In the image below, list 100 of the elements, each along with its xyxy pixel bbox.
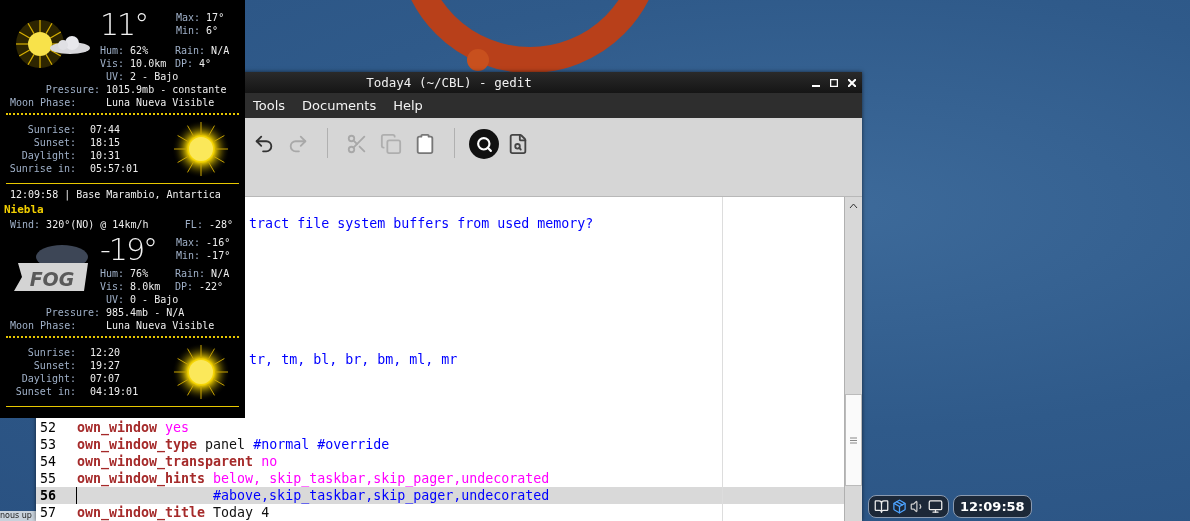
rain-label: Rain: xyxy=(175,267,206,280)
humidity-value: 76% xyxy=(130,267,149,280)
sun-time-label: Sunrise: xyxy=(26,346,76,359)
dew-point-label: DP: xyxy=(175,57,194,70)
moon-phase-value: Luna Nueva Visible xyxy=(106,319,216,332)
sun-time-label: Sunrise in: xyxy=(8,162,76,175)
sun-time-label: Sunset: xyxy=(32,136,76,149)
code-line: own_window yes xyxy=(76,419,190,436)
maximize-icon xyxy=(830,78,838,87)
max-temp-label: Max: xyxy=(176,236,201,249)
clock[interactable]: 12:09:58 xyxy=(953,495,1032,518)
min-temp-value: 6° xyxy=(206,24,219,37)
line-number: 55 xyxy=(39,470,57,487)
code-line: own_window_type panel #normal #override xyxy=(76,436,390,453)
pressure-value: 1015.9mb - constante xyxy=(106,83,228,96)
sun-time-value: 04:19:01 xyxy=(90,385,140,398)
uv-index-value: 2 - Bajo xyxy=(130,70,179,83)
scroll-thumb[interactable] xyxy=(845,394,862,486)
line-number: 54 xyxy=(39,453,57,470)
location-header: 12:09:58 | Base Marambio, Antartica xyxy=(9,188,222,202)
humidity-label: Hum: xyxy=(100,267,125,280)
taskbar-item[interactable]: nous up xyxy=(0,511,36,521)
undo-icon xyxy=(253,133,275,155)
close-icon xyxy=(848,78,856,87)
sun-time-label: Sunset: xyxy=(32,359,76,372)
maximize-button[interactable] xyxy=(828,76,840,89)
line-number: 57 xyxy=(39,504,57,521)
line-number: 56 xyxy=(39,487,57,504)
rain-value: N/A xyxy=(211,267,230,280)
code-line: tr, tm, bl, br, bm, ml, mr xyxy=(248,351,458,368)
scissors-icon xyxy=(346,133,368,155)
max-temp-label: Max: xyxy=(176,11,201,24)
pressure-value: 985.4mb - N/A xyxy=(106,306,186,319)
feels-like-value: -28° xyxy=(208,217,233,231)
menu-item[interactable]: Help xyxy=(393,98,423,113)
sun-time-label: Sunset in: xyxy=(14,385,76,398)
wind-label: Wind: xyxy=(10,217,41,231)
visibility-value: 8.0km xyxy=(130,280,161,293)
dew-point-value: 4° xyxy=(199,57,212,70)
wind-value: 320°(NO) @ 14km/h xyxy=(46,217,149,231)
visibility-value: 10.0km xyxy=(130,57,167,70)
moon-phase-label: Moon Phase: xyxy=(9,319,78,332)
moon-phase-value: Luna Nueva Visible xyxy=(106,96,216,109)
max-temp-value: 17° xyxy=(206,11,225,24)
max-temp-value: -16° xyxy=(206,236,231,249)
humidity-label: Hum: xyxy=(100,44,125,57)
line-number: 52 xyxy=(39,419,57,436)
min-temp-label: Min: xyxy=(176,249,201,262)
sun-time-label: Sunrise: xyxy=(26,123,76,136)
rain-label: Rain: xyxy=(175,44,206,57)
menu-item[interactable]: Tools xyxy=(253,98,286,113)
feels-like-label: FL: xyxy=(184,217,203,231)
menu-item[interactable]: Documents xyxy=(302,98,377,113)
search-button[interactable] xyxy=(467,128,501,160)
sun-time-value: 07:44 xyxy=(90,123,122,136)
search-icon xyxy=(469,129,499,159)
sun-time-value: 18:15 xyxy=(90,136,122,149)
min-temp-label: Min: xyxy=(176,24,201,37)
book-icon[interactable] xyxy=(874,499,889,514)
copy-icon xyxy=(380,133,402,155)
uv-index-label: UV: xyxy=(106,293,125,306)
code-line: own_window_title Today 4 xyxy=(76,504,270,521)
code-line: own_window_transparent no xyxy=(76,453,278,470)
code-line: own_window_hints below, skip_taskbar,skip_pager,undecorated xyxy=(76,470,550,487)
sun-time-label: Daylight: xyxy=(20,372,76,385)
sun-time-value: 12:20 xyxy=(90,346,122,359)
sun-time-value: 07:07 xyxy=(90,372,122,385)
monitor-icon[interactable] xyxy=(928,499,943,514)
close-button[interactable] xyxy=(846,76,858,89)
code-line: #above,skip_taskbar,skip_pager,undecorated xyxy=(76,487,550,504)
sun-time-value: 05:57:01 xyxy=(90,162,140,175)
sun-time-value: 10:31 xyxy=(90,149,122,162)
sun-time-value: 19:27 xyxy=(90,359,122,372)
find-replace-icon xyxy=(507,133,529,155)
moon-phase-label: Moon Phase: xyxy=(9,96,78,109)
dew-point-label: DP: xyxy=(175,280,194,293)
weather-condition: Niebla xyxy=(4,202,45,217)
code-line: tract file system buffers from used memory? xyxy=(248,215,594,232)
clipboard-icon xyxy=(414,133,436,155)
uv-index-value: 0 - Bajo xyxy=(130,293,179,306)
pressure-label: Pressure: xyxy=(44,83,100,96)
minimize-icon xyxy=(812,84,820,87)
sun-time-label: Daylight: xyxy=(20,149,76,162)
min-temp-value: -17° xyxy=(206,249,231,262)
scroll-up-icon[interactable] xyxy=(849,203,858,209)
sun-icon xyxy=(171,342,231,402)
grip-icon xyxy=(850,436,857,444)
visibility-label: Vis: xyxy=(100,57,125,70)
rain-value: N/A xyxy=(211,44,230,57)
scrollbar[interactable] xyxy=(844,197,862,521)
dew-point-value: -22° xyxy=(199,280,224,293)
line-number: 53 xyxy=(39,436,57,453)
redo-icon xyxy=(287,133,309,155)
window-title: Today4 (~/CBL) - gedit xyxy=(366,75,532,90)
sun-icon xyxy=(171,119,231,179)
visibility-label: Vis: xyxy=(100,280,125,293)
humidity-value: 62% xyxy=(130,44,149,57)
pressure-label: Pressure: xyxy=(44,306,100,319)
box-icon[interactable] xyxy=(892,499,907,514)
uv-index-label: UV: xyxy=(106,70,125,83)
